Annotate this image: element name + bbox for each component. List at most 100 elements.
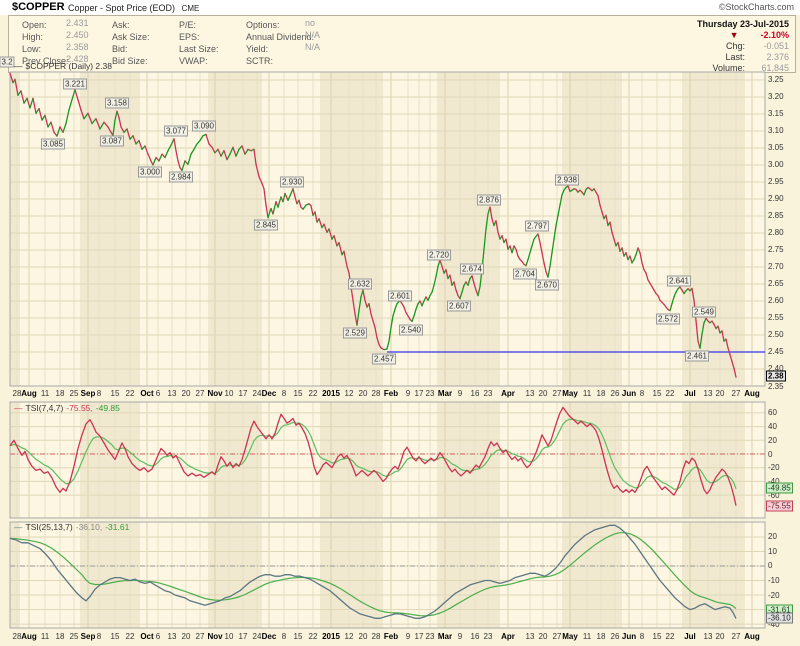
quote-field-label: Ask: [112, 20, 130, 30]
quote-field: Ask Size: [112, 30, 150, 41]
date-tick-bottom: Feb [384, 632, 398, 641]
date-tick: 11 [583, 389, 591, 398]
date-tick: 15 [111, 389, 120, 398]
y-axis-tick: 20 [768, 436, 798, 445]
copyright-label: ©StockCharts.com [719, 2, 794, 12]
price-annotation: 2.984 [169, 172, 193, 183]
date-tick-bottom: 27 [732, 632, 741, 641]
legend-part: -36.10, [76, 522, 102, 532]
date-tick-bottom: 22 [309, 632, 318, 641]
legend-part: — [14, 403, 23, 413]
y-axis-tick: 2.60 [768, 296, 798, 305]
date-tick: May [562, 389, 578, 398]
date-tick-bottom: 18 [597, 632, 606, 641]
date-tick-bottom: 27 [196, 632, 205, 641]
date-tick: 20 [716, 389, 725, 398]
quote-field: EPS: [179, 30, 200, 41]
price-annotation: 3.000 [138, 167, 162, 178]
date-tick-bottom: 20 [716, 632, 725, 641]
date-tick-bottom: Apr [501, 632, 515, 641]
date-tick: Apr [501, 389, 515, 398]
price-annotation: 2.601 [388, 291, 412, 302]
title-bar: $COPPER Copper - Spot Price (EOD) CME ©S… [0, 0, 800, 15]
date-tick-bottom: 16 [471, 632, 480, 641]
date-tick-bottom: 23 [426, 632, 435, 641]
quote-field-label: High: [22, 32, 43, 42]
date-tick-bottom: 20 [182, 632, 191, 641]
y-axis-tick: 2.85 [768, 211, 798, 220]
month-band [80, 522, 140, 628]
date-tick: 8 [640, 389, 644, 398]
date-tick-bottom: Dec [262, 632, 277, 641]
price-annotation: 2.930 [280, 177, 304, 188]
date-tick: Jul [684, 389, 696, 398]
price-annotation: 3.085 [41, 139, 65, 150]
date-tick-bottom: 25 [70, 632, 79, 641]
date-tick-bottom: Mar [438, 632, 452, 641]
date-tick: Mar [438, 389, 452, 398]
quote-field-label: Bid: [112, 44, 128, 54]
date-tick: Dec [262, 389, 277, 398]
date-tick-bottom: 15 [653, 632, 662, 641]
date-tick-bottom: 10 [225, 632, 234, 641]
date-tick-bottom: 9 [458, 632, 462, 641]
price-annotation: 2.720 [427, 250, 451, 261]
legend-tsi25: —TSI(25,13,7)-36.10,-31.61 [14, 523, 132, 532]
price-annotation: 2.457 [372, 354, 396, 365]
date-tick: Oct [140, 389, 153, 398]
date-tick-bottom: 8 [640, 632, 644, 641]
date-tick: 13 [704, 389, 713, 398]
date-tick-bottom: Aug [744, 632, 760, 641]
quote-field: Options:no [246, 18, 280, 29]
date-tick: 25 [70, 389, 79, 398]
date-tick: 26 [611, 389, 620, 398]
quote-field-label: P/E: [179, 20, 196, 30]
date-tick: 27 [196, 389, 205, 398]
date-tick-bottom: 26 [611, 632, 620, 641]
date-tick-bottom: 11 [583, 632, 591, 641]
legend-part: — [14, 61, 23, 71]
price-annotation: 2.461 [685, 351, 709, 362]
month-band [208, 522, 262, 628]
y-axis-tick: 3.20 [768, 92, 798, 101]
y-axis-tick: 0 [768, 561, 798, 570]
quote-field: Ask: [112, 18, 130, 29]
date-tick: 18 [597, 389, 606, 398]
quote-field: Low:2.358 [22, 42, 41, 53]
quote-field: Last Size: [179, 42, 219, 53]
date-tick: 8 [282, 389, 286, 398]
quote-field-label: EPS: [179, 32, 200, 42]
date-tick: 22 [126, 389, 135, 398]
price-annotation: 2.876 [477, 195, 501, 206]
price-annotation: 2.704 [513, 269, 537, 280]
date-tick: Aug [21, 389, 37, 398]
quote-field-label: Options: [246, 20, 280, 30]
current-price-box: 2.38 [766, 370, 786, 381]
quote-field: Annual Dividend:N/A [246, 30, 314, 41]
y-axis-tick: 3.10 [768, 126, 798, 135]
date-tick: 24 [253, 389, 262, 398]
date-tick-bottom: Aug [21, 632, 37, 641]
date-tick-bottom: 28 [372, 632, 381, 641]
y-axis-tick: 3.25 [768, 75, 798, 84]
date-tick: 17 [415, 389, 424, 398]
price-annotation: 2.670 [535, 280, 559, 291]
date-tick-bottom: 8 [282, 632, 286, 641]
exchange-label: CME [182, 4, 200, 13]
y-axis-tick: 40 [768, 422, 798, 431]
price-annotation: 2.572 [656, 314, 680, 325]
legend-part: -49.85 [96, 403, 120, 413]
quote-field-value: N/A [305, 30, 320, 41]
quote-field-value: N/A [305, 42, 320, 53]
date-tick-bottom: 15 [294, 632, 303, 641]
date-tick: 18 [56, 389, 65, 398]
month-band [437, 522, 500, 628]
legend-part: $COPPER (Daily) 2.38 [26, 61, 112, 71]
date-tick-bottom: 13 [526, 632, 535, 641]
quote-field-value: no [305, 18, 315, 29]
price-annotation: 3.087 [100, 136, 124, 147]
quote-field: Open:2.431 [22, 18, 47, 29]
y-axis-tick: 2.55 [768, 313, 798, 322]
date-tick-bottom: 13 [168, 632, 177, 641]
month-band [562, 522, 622, 628]
